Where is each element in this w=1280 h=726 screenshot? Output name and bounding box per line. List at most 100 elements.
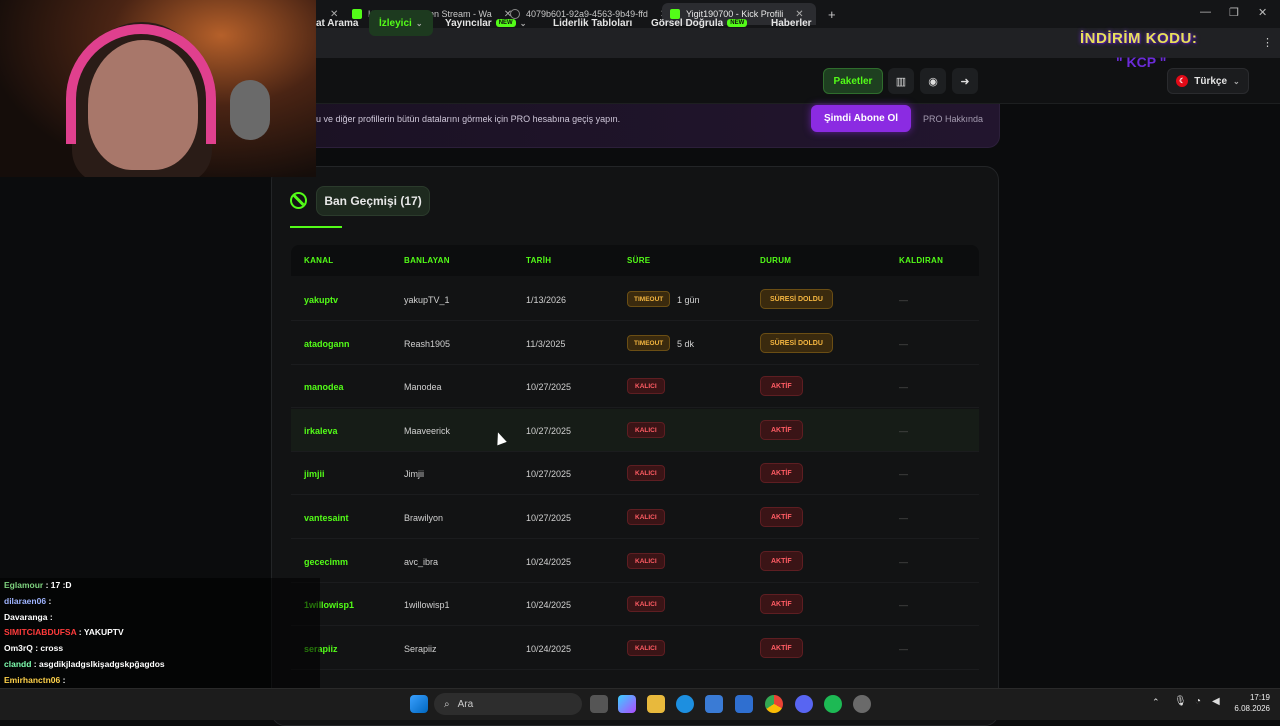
ban-history-title[interactable]: Ban Geçmişi (17) [316, 186, 430, 216]
status-badge-expired: SÜRESİ DOLDU [760, 289, 833, 309]
clock-time: 17:19 [1249, 693, 1270, 702]
channel-link[interactable]: manodea [304, 382, 344, 392]
chevron-down-icon: ⌄ [415, 18, 423, 28]
date-cell: 1/13/2026 [526, 295, 567, 305]
edge-icon[interactable] [676, 695, 694, 713]
packages-button[interactable]: Paketler [823, 68, 883, 94]
microphone-icon[interactable]: 🎙 [1174, 696, 1187, 707]
removed-by-cell: — [899, 513, 908, 523]
chat-text: : YAKUPTV [78, 627, 124, 638]
channel-link[interactable]: atadogann [304, 339, 350, 349]
discord-taskbar-icon[interactable] [795, 695, 813, 713]
chat-text: : 17 :D [45, 580, 72, 590]
duration-value: 5 dk [677, 339, 695, 349]
chat-message: Davaranga : [4, 612, 53, 622]
chat-username: Davaranga [4, 611, 48, 622]
banned-by-cell: Manodea [404, 382, 442, 392]
channel-link[interactable]: yakuptv [304, 295, 338, 305]
app-icon[interactable] [853, 695, 871, 713]
microphone-graphic [230, 80, 270, 140]
column-header-duration: SÜRE [627, 256, 651, 265]
banned-by-cell: Maaveerick [404, 426, 451, 436]
copilot-icon[interactable] [618, 695, 636, 713]
volume-icon[interactable]: ◀ [1212, 696, 1220, 707]
new-tab-button[interactable]: + [820, 3, 844, 25]
channel-link[interactable]: irkaleva [304, 426, 338, 436]
chat-username: Emirhanctn06 [4, 674, 61, 685]
chevron-up-icon[interactable]: ⌃ [1152, 697, 1160, 708]
nav-item-visual-verify[interactable]: Görsel Doğrula NEW [651, 12, 748, 34]
webcam-overlay [0, 0, 316, 177]
nav-label: İzleyici [379, 17, 412, 29]
chat-message: clandd : asgdikjladgslkişadgskpğagdos [4, 659, 165, 669]
chat-text: : cross [35, 643, 64, 654]
column-header-status: DURUM [760, 256, 792, 265]
taskbar-clock[interactable]: 17:19 6.08.2026 [1234, 692, 1270, 714]
file-explorer-icon[interactable] [647, 695, 665, 713]
wifi-icon[interactable]: ◔ [1195, 696, 1201, 707]
chat-message: Eglamour : 17 :D [4, 580, 72, 590]
language-selector[interactable]: ☾ Türkçe ⌄ [1167, 68, 1249, 94]
new-badge: NEW [727, 19, 748, 27]
nav-label: at Arama [316, 17, 359, 29]
chat-message: Emirhanctn06 : [4, 675, 65, 685]
ban-icon [290, 192, 307, 209]
status-badge-active: AKTİF [760, 551, 803, 571]
column-header-channel: KANAL [304, 256, 334, 265]
maximize-icon[interactable]: ❐ [1229, 6, 1239, 19]
date-cell: 10/27/2025 [526, 513, 572, 523]
date-cell: 10/24/2025 [526, 644, 572, 654]
close-window-icon[interactable]: ✕ [1258, 6, 1267, 19]
pro-promo-text: u ve diğer profillerin bütün datalarını … [316, 114, 621, 124]
discord-icon[interactable]: ◉ [920, 68, 946, 94]
windows-start-icon[interactable] [410, 695, 428, 713]
chat-message: SIMITCIABDUFSA : YAKUPTV [4, 627, 124, 637]
clock-date: 6.08.2026 [1234, 704, 1270, 713]
menu-dots-icon[interactable]: ⋮ [1262, 36, 1273, 49]
duration-badge-permanent: KALICI [627, 378, 665, 394]
duration-badge-permanent: KALICI [627, 553, 665, 569]
status-badge-active: AKTİF [760, 420, 803, 440]
removed-by-cell: — [899, 600, 908, 610]
nav-item-streamers[interactable]: Yayıncılar NEW ⌄ [445, 12, 526, 34]
task-view-icon[interactable] [590, 695, 608, 713]
date-cell: 10/24/2025 [526, 557, 572, 567]
banned-by-cell: yakupTV_1 [404, 295, 450, 305]
column-header-removed-by: KALDIRAN [899, 256, 944, 265]
store-icon[interactable] [705, 695, 723, 713]
login-icon[interactable]: ➜ [952, 68, 978, 94]
chrome-icon[interactable] [765, 695, 783, 713]
spotify-icon[interactable] [824, 695, 842, 713]
taskbar-search[interactable]: ⌕ Ara [434, 693, 582, 715]
removed-by-cell: — [899, 382, 908, 392]
channel-link[interactable]: gececimm [304, 557, 348, 567]
banned-by-cell: Reash1905 [404, 339, 451, 349]
date-cell: 11/3/2025 [526, 339, 566, 349]
pro-about-link[interactable]: PRO Hakkında [923, 114, 983, 124]
channel-link[interactable]: vantesaint [304, 513, 349, 523]
search-placeholder: Ara [457, 698, 474, 710]
nav-item-chat-search[interactable]: at Arama [316, 12, 358, 34]
headphones-graphic [66, 24, 216, 144]
minimize-icon[interactable]: — [1200, 6, 1211, 18]
channel-link[interactable]: jimjii [304, 469, 325, 479]
nav-label: Haberler [771, 17, 812, 29]
subscribe-now-button[interactable]: Şimdi Abone Ol [811, 105, 911, 132]
nav-item-viewer[interactable]: İzleyici ⌄ [369, 10, 433, 36]
chat-text: : [48, 595, 52, 606]
chat-username: dilaraen06 [4, 595, 47, 606]
duration-badge-timeout: TIMEOUT [627, 335, 671, 351]
mail-icon[interactable] [735, 695, 753, 713]
chat-message: dilaraen06 : [4, 596, 51, 606]
banned-by-cell: Brawilyon [404, 513, 444, 523]
status-badge-expired: SÜRESİ DOLDU [760, 333, 833, 353]
duration-badge-permanent: KALICI [627, 422, 665, 438]
removed-by-cell: — [899, 644, 908, 654]
duration-badge-timeout: TIMEOUT [627, 291, 671, 307]
discount-code-overlay: İNDİRİM KODU: [1080, 30, 1198, 47]
nav-item-leaderboards[interactable]: Liderlik Tabloları [553, 12, 632, 34]
turkey-flag-icon: ☾ [1176, 75, 1189, 87]
nav-item-news[interactable]: Haberler [771, 12, 812, 34]
nav-label: Görsel Doğrula [651, 17, 724, 29]
stats-icon[interactable]: ▥ [888, 68, 914, 94]
